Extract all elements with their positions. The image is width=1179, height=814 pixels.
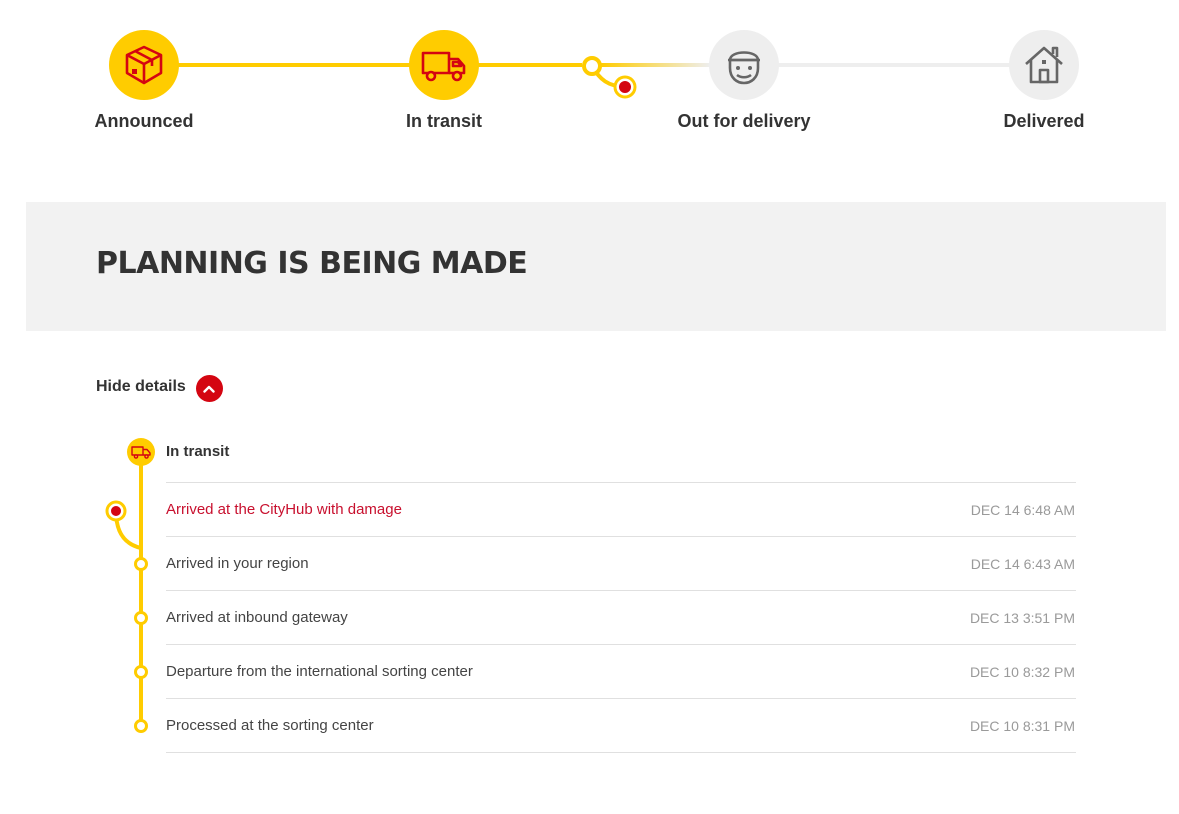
step-delivered	[1009, 30, 1079, 100]
progress-track-pending	[778, 63, 1010, 67]
step-in-transit	[409, 30, 479, 100]
timeline-divider	[166, 482, 1076, 483]
step-label-in-transit: In transit	[405, 111, 482, 131]
progress-branch-marker	[582, 56, 637, 99]
truck-small-icon	[131, 446, 151, 459]
house-icon	[1025, 46, 1063, 84]
timeline-divider	[166, 590, 1076, 591]
timeline-event-text: Processed at the sorting center	[166, 717, 374, 734]
hide-details-toggle[interactable]: Hide details	[96, 372, 223, 402]
truck-icon	[421, 51, 466, 82]
progress-track-done-1	[178, 63, 410, 67]
step-announced	[109, 30, 179, 100]
timeline-event-time: DEC 14 6:48 AM	[970, 502, 1075, 518]
status-banner: PLANNING IS BEING MADE	[26, 202, 1166, 331]
delivery-progress: Announced In transit Out for delivery De…	[0, 0, 1179, 150]
step-label-announced: Announced	[94, 111, 194, 131]
timeline-divider	[166, 536, 1076, 537]
timeline-group-title: In transit	[166, 443, 230, 460]
step-label-delivered: Delivered	[1003, 111, 1085, 131]
timeline-divider	[166, 698, 1076, 699]
step-out-for-delivery	[709, 30, 779, 100]
hide-details-button[interactable]	[195, 375, 223, 402]
step-label-out-for-delivery: Out for delivery	[677, 111, 811, 131]
status-title: PLANNING IS BEING MADE	[96, 246, 528, 281]
chevron-up-icon	[203, 385, 216, 393]
courier-icon	[728, 51, 760, 85]
timeline-event-time: DEC 10 8:31 PM	[969, 718, 1075, 734]
timeline-event-text: Arrived at inbound gateway	[166, 609, 348, 626]
timeline-divider	[166, 644, 1076, 645]
timeline-event-time: DEC 10 8:32 PM	[969, 664, 1075, 680]
progress-track-done-2	[478, 63, 582, 67]
timeline-event-text: Arrived in your region	[166, 555, 309, 572]
timeline-event-time: DEC 13 3:51 PM	[969, 610, 1075, 626]
hide-details-label[interactable]: Hide details	[96, 378, 186, 396]
timeline-divider	[166, 752, 1076, 753]
timeline-event-text: Departure from the international sorting…	[166, 663, 473, 680]
package-icon	[125, 45, 163, 85]
timeline-event-time: DEC 14 6:43 AM	[970, 556, 1075, 572]
timeline-event-text: Arrived at the CityHub with damage	[166, 501, 402, 518]
